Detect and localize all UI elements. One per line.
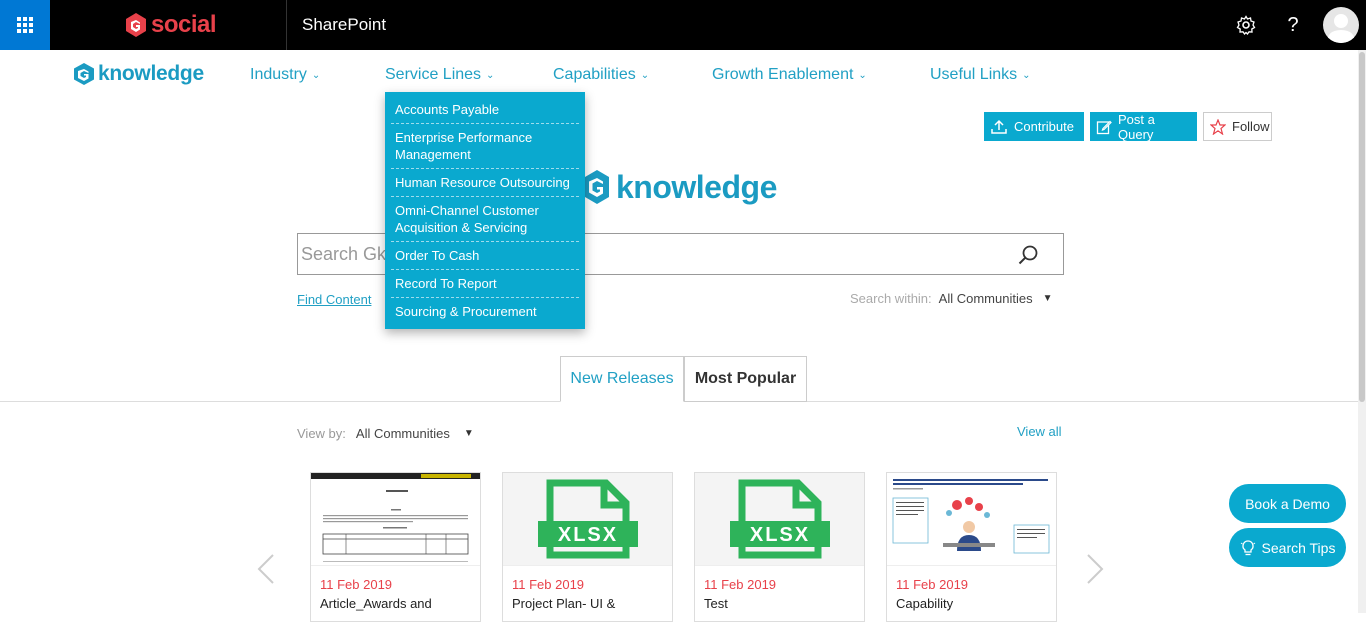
avatar-person-icon [1327,14,1355,43]
search-icon[interactable] [1017,244,1039,271]
edit-icon [1096,119,1112,135]
knowledge-logo-icon [74,63,94,85]
search-within-label: Search within: [850,291,932,306]
tab-most-popular[interactable]: Most Popular [684,356,807,402]
nav-capabilities[interactable]: Capabilities ⌄ [553,66,649,84]
page-scrollbar[interactable] [1358,50,1366,613]
card-title: Article_Awards and [320,596,432,611]
help-icon: ? [1287,13,1299,36]
chevron-right-icon [1087,554,1104,584]
knowledge-logo-text: knowledge [98,62,204,85]
tab-new-releases[interactable]: New Releases [560,356,684,402]
user-avatar[interactable] [1323,7,1359,43]
follow-label: Follow [1232,119,1270,134]
dropdown-item-enterprise-performance-management[interactable]: Enterprise Performance Management [391,124,579,169]
chevron-down-icon: ⌄ [1022,70,1031,81]
nav-industry-label: Industry [250,66,307,83]
xlsx-label: XLSX [749,524,809,546]
contribute-button[interactable]: Contribute [984,112,1084,141]
nav-useful-links-label: Useful Links [930,66,1018,83]
content-card[interactable]: 11 Feb 2019 Capability [886,472,1057,622]
chevron-down-icon: ⌄ [311,70,321,81]
card-title: Project Plan- UI & [512,596,616,611]
app-launcher-button[interactable] [0,0,50,50]
dropdown-item-record-to-report[interactable]: Record To Report [391,270,579,298]
nav-useful-links[interactable]: Useful Links ⌄ [930,66,1031,84]
content-card[interactable]: 11 Feb 2019 Article_Awards and [310,472,481,622]
card-date: 11 Feb 2019 [704,577,777,592]
social-logo[interactable]: social [125,11,217,39]
upload-icon [990,119,1008,135]
nav-growth-enablement[interactable]: Growth Enablement ⌄ [712,66,867,84]
dropdown-item-sourcing-procurement[interactable]: Sourcing & Procurement [391,298,579,325]
star-icon [1210,118,1226,135]
card-date: 11 Feb 2019 [896,577,969,592]
nav-industry[interactable]: Industry ⌄ [250,66,320,84]
suite-bar: social SharePoint ? [0,0,1366,50]
xlsx-label: XLSX [557,524,617,546]
card-title: Test [704,596,728,611]
dropdown-item-accounts-payable[interactable]: Accounts Payable [391,96,579,124]
suitebar-divider [286,0,287,50]
dropdown-item-omni-channel[interactable]: Omni-Channel Customer Acquisition & Serv… [391,197,579,242]
view-by-select[interactable]: View by: All Communities ▼ [297,426,474,441]
view-by-label: View by: [297,426,346,441]
book-demo-button[interactable]: Book a Demo [1229,484,1346,523]
follow-button[interactable]: Follow [1203,112,1272,141]
card-date: 11 Feb 2019 [320,577,393,592]
search-tips-label: Search Tips [1261,539,1336,556]
search-within-select[interactable]: Search within: All Communities ▼ [850,291,1052,306]
dropdown-item-order-to-cash[interactable]: Order To Cash [391,242,579,270]
content-card[interactable]: XLSX 11 Feb 2019 Test [694,472,865,622]
chevron-down-icon: ⌄ [486,70,495,81]
nav-service-lines[interactable]: Service Lines ⌄ [385,66,494,84]
xlsx-file-icon: XLSX [503,473,672,566]
search-within-value: All Communities [938,291,1033,306]
view-by-value: All Communities [355,426,450,441]
chevron-down-icon: ⌄ [858,70,867,81]
view-all-link[interactable]: View all [1017,424,1062,439]
service-lines-dropdown: Accounts Payable Enterprise Performance … [385,92,585,329]
dropdown-item-human-resource-outsourcing[interactable]: Human Resource Outsourcing [391,169,579,197]
search-tips-button[interactable]: Search Tips [1229,528,1346,567]
help-button[interactable]: ? [1281,13,1305,37]
chevron-down-icon: ⌄ [640,70,650,81]
xlsx-file-icon: XLSX [695,473,864,566]
find-content-link[interactable]: Find Content [297,292,371,307]
hero-logo-icon [585,170,609,204]
settings-gear-icon [1236,15,1256,35]
nav-capabilities-label: Capabilities [553,66,636,83]
card-thumbnail-document [311,473,480,566]
hero-logo-text: knowledge [616,168,777,205]
settings-button[interactable] [1234,13,1258,37]
caret-down-icon: ▼ [1042,293,1053,304]
carousel-prev-button[interactable] [255,553,277,593]
knowledge-logo[interactable]: knowledge [73,62,204,86]
card-date: 11 Feb 2019 [512,577,585,592]
card-title: Capability [896,596,954,611]
tab-most-popular-label: Most Popular [694,370,797,387]
post-query-label: Post a Query [1118,111,1155,142]
nav-growth-enablement-label: Growth Enablement [712,66,854,83]
chevron-left-icon [257,554,274,584]
contribute-label: Contribute [1014,119,1074,134]
social-logo-icon [126,13,146,37]
content-card[interactable]: XLSX 11 Feb 2019 Project Plan- UI & [502,472,673,622]
tab-new-releases-label: New Releases [570,370,674,387]
waffle-icon [17,17,33,33]
caret-down-icon: ▼ [463,428,474,439]
card-thumbnail-infographic [887,473,1056,566]
post-query-button[interactable]: Post a Query [1090,111,1197,142]
app-title[interactable]: SharePoint [302,15,386,35]
nav-service-lines-label: Service Lines [385,66,482,83]
hero-knowledge-logo: knowledge [584,167,777,207]
lightbulb-icon [1240,539,1256,557]
top-navigation: knowledge Industry ⌄ Service Lines ⌄ Capab… [0,50,1366,100]
scrollbar-thumb[interactable] [1359,52,1365,402]
book-demo-label: Book a Demo [1245,495,1330,512]
carousel-next-button[interactable] [1084,553,1106,593]
social-brand-text: social [151,11,217,38]
